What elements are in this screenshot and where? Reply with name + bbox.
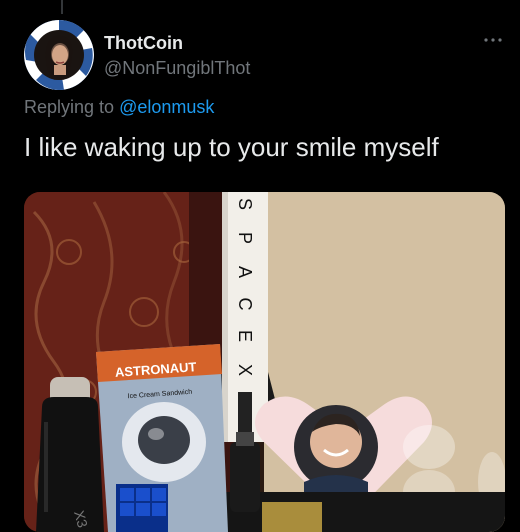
photo-scene: S P A C E X X3 ASTRONAUT Ice Cream Sandw…: [24, 192, 505, 532]
rocket-letter-p: P: [235, 232, 255, 244]
reply-mention-link[interactable]: @elonmusk: [119, 97, 214, 117]
tweet-text: I like waking up to your smile myself: [24, 132, 439, 162]
rocket-letter-x: X: [235, 364, 255, 376]
rocket-letter-s: S: [235, 198, 255, 210]
tweet-media-photo[interactable]: S P A C E X X3 ASTRONAUT Ice Cream Sandw…: [24, 192, 505, 532]
more-options-button[interactable]: [480, 30, 506, 50]
display-name[interactable]: ThotCoin: [104, 33, 183, 54]
replying-to-line: Replying to @elonmusk: [24, 97, 214, 118]
rocket-letter-e: E: [235, 330, 255, 342]
more-horizontal-icon: [484, 38, 502, 42]
user-handle[interactable]: @NonFungiblThot: [104, 58, 250, 79]
thread-connector-line: [61, 0, 63, 14]
avatar[interactable]: [24, 20, 94, 90]
avatar-image: [24, 20, 94, 90]
rocket-letter-c: C: [235, 298, 255, 311]
replying-to-label: Replying to: [24, 97, 115, 117]
rocket-letter-a: A: [235, 266, 255, 278]
